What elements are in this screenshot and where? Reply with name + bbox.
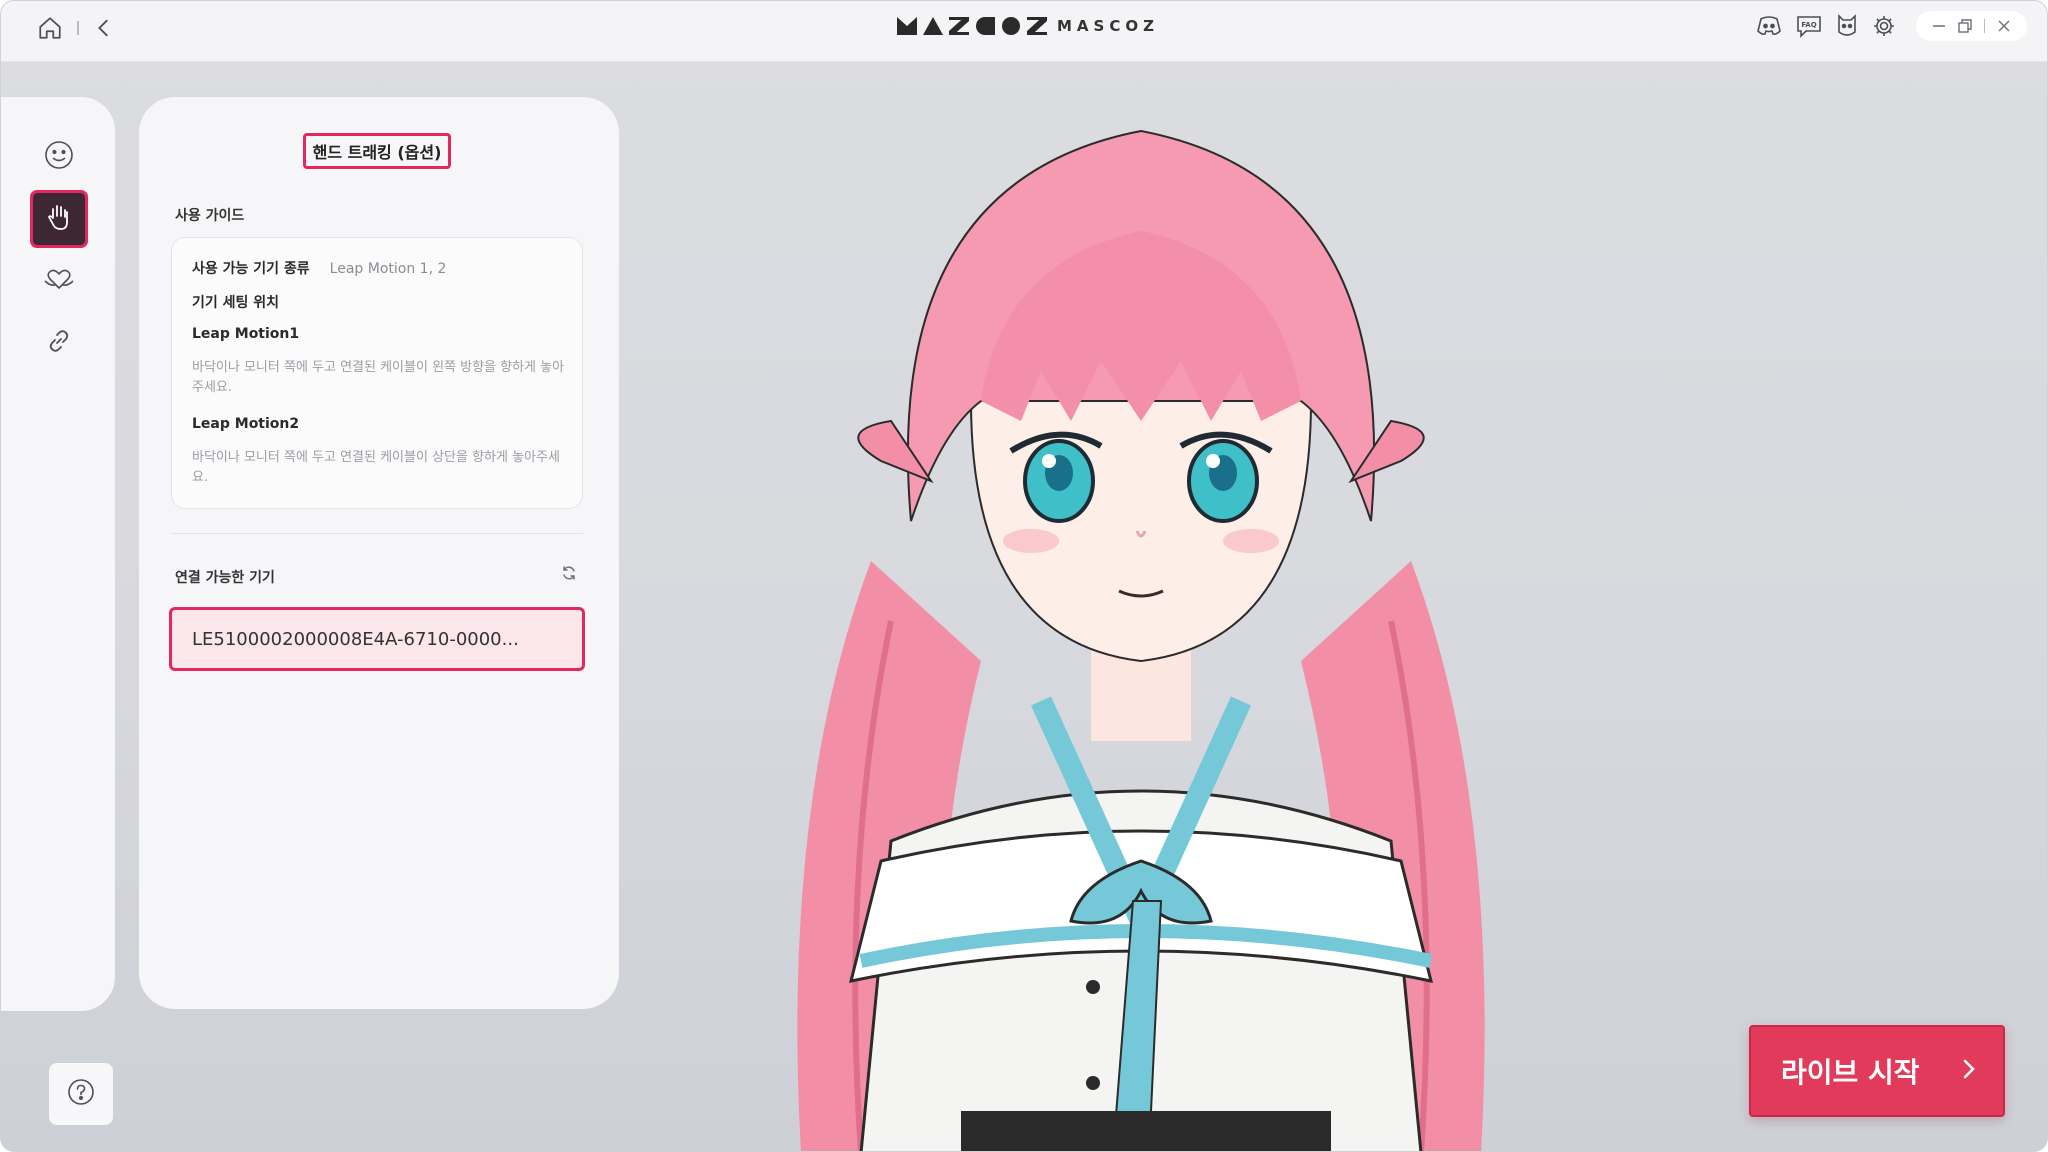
window-controls-separator [1984, 19, 1985, 33]
discord-icon[interactable] [1756, 15, 1782, 37]
minimize-icon[interactable] [1932, 19, 1946, 33]
logo-text: MASCOZ [1057, 17, 1159, 35]
titlebar-separator [77, 21, 79, 35]
leap-motion2-description: 바닥이나 모니터 쪽에 두고 연결된 케이블이 상단을 향하게 놓아주세요. [192, 450, 560, 485]
leap-motion2-title: Leap Motion2 [192, 416, 300, 432]
sidebar-item-connection[interactable] [33, 317, 85, 369]
usage-guide-box: 사용 가능 기기 종류 Leap Motion 1, 2 기기 세팅 위치 Lea… [171, 237, 583, 509]
devices-section-label: 연결 가능한 기기 [175, 570, 275, 586]
leap-motion1-description: 바닥이나 모니터 쪽에 두고 연결된 케이블이 왼쪽 방향을 향하게 놓아주세요… [192, 360, 565, 395]
panel-title: 핸드 트래킹 (옵션) [303, 133, 451, 169]
leap-motion1-title: Leap Motion1 [192, 326, 300, 342]
refresh-icon [561, 565, 577, 585]
sidebar-item-hand-tracking[interactable] [30, 190, 88, 248]
avatar-preview [797, 129, 1485, 1151]
start-live-button[interactable]: 라이브 시작 [1749, 1025, 2005, 1117]
character-icon[interactable] [1836, 14, 1858, 38]
svg-text:FAQ: FAQ [1801, 21, 1816, 29]
sidebar [1, 97, 115, 1011]
device-list-item[interactable]: LE5100002000008E4A-6710-0000... [169, 607, 585, 671]
home-icon[interactable] [37, 15, 63, 41]
start-live-label: 라이브 시작 [1781, 1056, 1920, 1089]
chevron-right-icon [1960, 1055, 1978, 1088]
refresh-devices-button[interactable] [557, 563, 581, 587]
device-type-row: 사용 가능 기기 종류 Leap Motion 1, 2 [192, 258, 446, 278]
window-controls [1916, 11, 2027, 41]
app-window: MASCOZ FAQ 핸드 트래킹 (옵션) 사용 가이드 사용 가능 기기 종… [0, 0, 2048, 1152]
face-icon [44, 140, 74, 174]
app-logo: MASCOZ [897, 17, 1159, 35]
setup-position-label: 기기 세팅 위치 [192, 295, 280, 311]
sidebar-item-gesture[interactable] [33, 255, 85, 307]
hand-tracking-panel: 핸드 트래킹 (옵션) 사용 가이드 사용 가능 기기 종류 Leap Motio… [139, 97, 619, 1009]
faq-icon[interactable]: FAQ [1796, 14, 1822, 38]
logo-mark [897, 17, 1047, 35]
gear-icon[interactable] [1872, 14, 1896, 38]
back-icon[interactable] [93, 17, 115, 39]
help-icon [66, 1077, 96, 1111]
restore-icon[interactable] [1958, 19, 1972, 33]
hand-icon [44, 202, 74, 236]
close-icon[interactable] [1997, 19, 2011, 33]
panel-divider [171, 533, 583, 534]
title-bar: MASCOZ FAQ [1, 1, 2047, 62]
device-type-value: Leap Motion 1, 2 [329, 261, 447, 277]
device-type-label: 사용 가능 기기 종류 [192, 261, 310, 277]
link-icon [44, 326, 74, 360]
heart-hands-icon [42, 264, 76, 298]
sidebar-item-face-tracking[interactable] [33, 131, 85, 183]
guide-section-label: 사용 가이드 [175, 208, 245, 224]
help-button[interactable] [49, 1063, 113, 1125]
